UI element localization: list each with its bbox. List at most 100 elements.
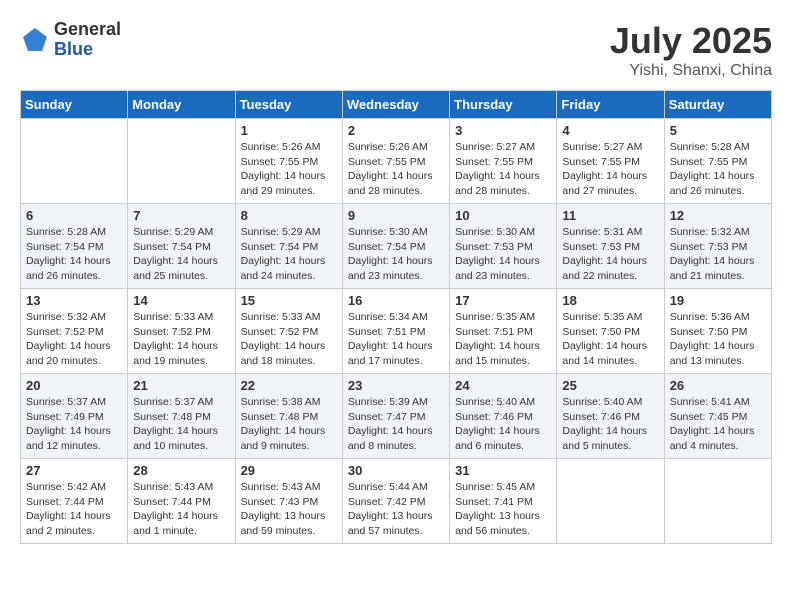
day-number: 8	[241, 208, 337, 223]
calendar-week-5: 27 Sunrise: 5:42 AM Sunset: 7:44 PM Dayli…	[21, 459, 772, 544]
day-number: 20	[26, 378, 122, 393]
day-number: 15	[241, 293, 337, 308]
location-title: Yishi, Shanxi, China	[610, 62, 772, 80]
day-number: 2	[348, 123, 444, 138]
day-number: 18	[562, 293, 658, 308]
logo-general-text: General	[54, 20, 121, 40]
calendar-cell: 5Sunrise: 5:28 AM Sunset: 7:55 PM Daylig…	[664, 119, 771, 204]
calendar-week-1: 1 Sunrise: 5:26 AM Sunset: 7:55 PM Daylig…	[21, 119, 772, 204]
day-number: 21	[133, 378, 229, 393]
day-number: 25	[562, 378, 658, 393]
calendar-cell: 9 Sunrise: 5:30 AM Sunset: 7:54 PM Daylig…	[342, 204, 449, 289]
day-number: 31	[455, 463, 551, 478]
day-info: Sunrise: 5:40 AM Sunset: 7:46 PM Dayligh…	[562, 395, 658, 454]
day-info: Sunrise: 5:27 AM Sunset: 7:55 PM Dayligh…	[562, 140, 658, 199]
calendar-table: SundayMondayTuesdayWednesdayThursdayFrid…	[20, 90, 772, 544]
calendar-cell: 16 Sunrise: 5:34 AM Sunset: 7:51 PM Dayli…	[342, 289, 449, 374]
day-info: Sunrise: 5:33 AM Sunset: 7:52 PM Dayligh…	[133, 310, 229, 369]
calendar-cell: 24Sunrise: 5:40 AM Sunset: 7:46 PM Dayli…	[450, 374, 557, 459]
header-cell-sunday: Sunday	[21, 91, 128, 119]
day-info: Sunrise: 5:42 AM Sunset: 7:44 PM Dayligh…	[26, 480, 122, 539]
logo-icon	[20, 25, 50, 55]
month-title: July 2025	[610, 20, 772, 62]
header-row: SundayMondayTuesdayWednesdayThursdayFrid…	[21, 91, 772, 119]
day-info: Sunrise: 5:44 AM Sunset: 7:42 PM Dayligh…	[348, 480, 444, 539]
day-number: 10	[455, 208, 551, 223]
calendar-cell: 18 Sunrise: 5:35 AM Sunset: 7:50 PM Dayli…	[557, 289, 664, 374]
calendar-week-2: 6Sunrise: 5:28 AM Sunset: 7:54 PM Daylig…	[21, 204, 772, 289]
calendar-cell: 20 Sunrise: 5:37 AM Sunset: 7:49 PM Dayli…	[21, 374, 128, 459]
day-info: Sunrise: 5:35 AM Sunset: 7:50 PM Dayligh…	[562, 310, 658, 369]
day-number: 22	[241, 378, 337, 393]
header-cell-wednesday: Wednesday	[342, 91, 449, 119]
calendar-cell: 10Sunrise: 5:30 AM Sunset: 7:53 PM Dayli…	[450, 204, 557, 289]
day-info: Sunrise: 5:39 AM Sunset: 7:47 PM Dayligh…	[348, 395, 444, 454]
day-number: 11	[562, 208, 658, 223]
calendar-cell: 8 Sunrise: 5:29 AM Sunset: 7:54 PM Daylig…	[235, 204, 342, 289]
logo: General Blue	[20, 20, 121, 60]
day-info: Sunrise: 5:31 AM Sunset: 7:53 PM Dayligh…	[562, 225, 658, 284]
day-info: Sunrise: 5:41 AM Sunset: 7:45 PM Dayligh…	[670, 395, 766, 454]
calendar-cell: 7 Sunrise: 5:29 AM Sunset: 7:54 PM Daylig…	[128, 204, 235, 289]
day-info: Sunrise: 5:29 AM Sunset: 7:54 PM Dayligh…	[133, 225, 229, 284]
day-info: Sunrise: 5:29 AM Sunset: 7:54 PM Dayligh…	[241, 225, 337, 284]
day-number: 12	[670, 208, 766, 223]
day-info: Sunrise: 5:34 AM Sunset: 7:51 PM Dayligh…	[348, 310, 444, 369]
day-info: Sunrise: 5:38 AM Sunset: 7:48 PM Dayligh…	[241, 395, 337, 454]
calendar-cell: 19 Sunrise: 5:36 AM Sunset: 7:50 PM Dayli…	[664, 289, 771, 374]
header-cell-monday: Monday	[128, 91, 235, 119]
day-number: 19	[670, 293, 766, 308]
calendar-cell: 15 Sunrise: 5:33 AM Sunset: 7:52 PM Dayli…	[235, 289, 342, 374]
calendar-cell: 17 Sunrise: 5:35 AM Sunset: 7:51 PM Dayli…	[450, 289, 557, 374]
day-number: 24	[455, 378, 551, 393]
calendar-cell	[21, 119, 128, 204]
day-number: 27	[26, 463, 122, 478]
calendar-header: SundayMondayTuesdayWednesdayThursdayFrid…	[21, 91, 772, 119]
calendar-cell: 30 Sunrise: 5:44 AM Sunset: 7:42 PM Dayli…	[342, 459, 449, 544]
logo-blue-text: Blue	[54, 40, 121, 60]
calendar-cell	[128, 119, 235, 204]
day-info: Sunrise: 5:33 AM Sunset: 7:52 PM Dayligh…	[241, 310, 337, 369]
day-info: Sunrise: 5:28 AM Sunset: 7:54 PM Dayligh…	[26, 225, 122, 284]
day-number: 1	[241, 123, 337, 138]
calendar-cell: 14Sunrise: 5:33 AM Sunset: 7:52 PM Dayli…	[128, 289, 235, 374]
day-info: Sunrise: 5:36 AM Sunset: 7:50 PM Dayligh…	[670, 310, 766, 369]
day-info: Sunrise: 5:43 AM Sunset: 7:43 PM Dayligh…	[241, 480, 337, 539]
day-number: 30	[348, 463, 444, 478]
day-number: 3	[455, 123, 551, 138]
day-number: 26	[670, 378, 766, 393]
calendar-cell: 26 Sunrise: 5:41 AM Sunset: 7:45 PM Dayli…	[664, 374, 771, 459]
calendar-body: 1 Sunrise: 5:26 AM Sunset: 7:55 PM Daylig…	[21, 119, 772, 544]
day-info: Sunrise: 5:35 AM Sunset: 7:51 PM Dayligh…	[455, 310, 551, 369]
calendar-cell: 6Sunrise: 5:28 AM Sunset: 7:54 PM Daylig…	[21, 204, 128, 289]
calendar-cell: 1Sunrise: 5:26 AM Sunset: 7:55 PM Daylig…	[235, 119, 342, 204]
calendar-week-3: 13 Sunrise: 5:32 AM Sunset: 7:52 PM Dayli…	[21, 289, 772, 374]
calendar-cell: 11 Sunrise: 5:31 AM Sunset: 7:53 PM Dayli…	[557, 204, 664, 289]
calendar-cell: 4Sunrise: 5:27 AM Sunset: 7:55 PM Daylig…	[557, 119, 664, 204]
day-number: 9	[348, 208, 444, 223]
day-number: 23	[348, 378, 444, 393]
day-info: Sunrise: 5:32 AM Sunset: 7:52 PM Dayligh…	[26, 310, 122, 369]
day-number: 17	[455, 293, 551, 308]
calendar-cell	[557, 459, 664, 544]
day-info: Sunrise: 5:26 AM Sunset: 7:55 PM Dayligh…	[348, 140, 444, 199]
day-info: Sunrise: 5:32 AM Sunset: 7:53 PM Dayligh…	[670, 225, 766, 284]
title-block: July 2025 Yishi, Shanxi, China	[610, 20, 772, 80]
calendar-cell: 2 Sunrise: 5:26 AM Sunset: 7:55 PM Daylig…	[342, 119, 449, 204]
day-number: 16	[348, 293, 444, 308]
calendar-cell: 12 Sunrise: 5:32 AM Sunset: 7:53 PM Dayli…	[664, 204, 771, 289]
day-number: 7	[133, 208, 229, 223]
calendar-cell: 28Sunrise: 5:43 AM Sunset: 7:44 PM Dayli…	[128, 459, 235, 544]
logo-text: General Blue	[54, 20, 121, 60]
calendar-cell: 31Sunrise: 5:45 AM Sunset: 7:41 PM Dayli…	[450, 459, 557, 544]
day-number: 13	[26, 293, 122, 308]
calendar-cell: 25 Sunrise: 5:40 AM Sunset: 7:46 PM Dayli…	[557, 374, 664, 459]
day-info: Sunrise: 5:43 AM Sunset: 7:44 PM Dayligh…	[133, 480, 229, 539]
day-info: Sunrise: 5:30 AM Sunset: 7:54 PM Dayligh…	[348, 225, 444, 284]
day-info: Sunrise: 5:37 AM Sunset: 7:49 PM Dayligh…	[26, 395, 122, 454]
calendar-cell: 3 Sunrise: 5:27 AM Sunset: 7:55 PM Daylig…	[450, 119, 557, 204]
day-info: Sunrise: 5:27 AM Sunset: 7:55 PM Dayligh…	[455, 140, 551, 199]
calendar-cell: 21Sunrise: 5:37 AM Sunset: 7:48 PM Dayli…	[128, 374, 235, 459]
header-cell-saturday: Saturday	[664, 91, 771, 119]
day-number: 5	[670, 123, 766, 138]
